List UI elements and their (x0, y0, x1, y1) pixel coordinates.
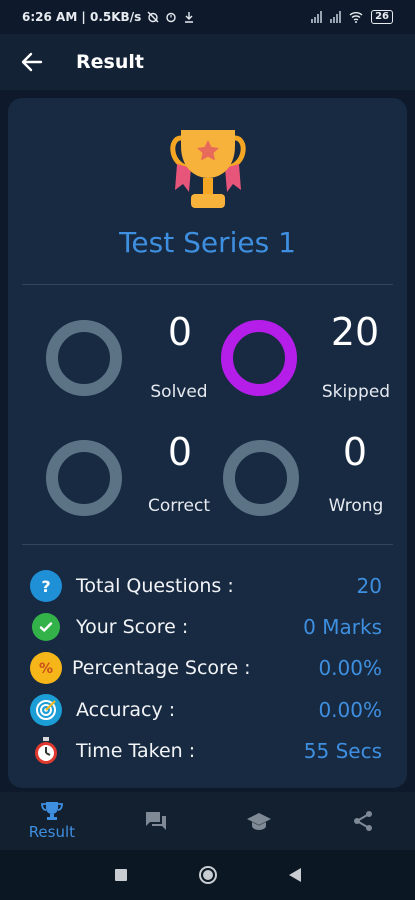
wrong-ring (223, 440, 299, 516)
correct-label: Correct (147, 496, 211, 516)
back-button[interactable] (12, 42, 52, 82)
status-time: 6:26 AM | 0.5KB/s (22, 10, 142, 24)
time-taken-label: Time Taken : (76, 740, 196, 762)
nav-share[interactable] (311, 792, 415, 850)
total-questions-label: Total Questions : (76, 575, 234, 597)
test-series-title: Test Series 1 (119, 226, 296, 259)
nav-result[interactable]: Result (0, 792, 104, 850)
status-left: 6:26 AM | 0.5KB/s (22, 10, 195, 24)
percent-icon: % (30, 652, 62, 684)
solved-ring (46, 320, 122, 396)
home-button[interactable] (198, 865, 218, 885)
target-icon (30, 694, 62, 726)
share-icon (354, 811, 373, 831)
skipped-value: 20 (330, 310, 380, 354)
stopwatch-icon (30, 735, 62, 767)
alarm-icon (166, 12, 176, 23)
recents-button[interactable] (114, 868, 128, 882)
question-icon: ? (30, 570, 62, 602)
stat-solved: 0 Solved (38, 310, 228, 410)
wrong-value: 0 (342, 430, 368, 474)
your-score-label: Your Score : (76, 616, 189, 638)
accuracy-value: 0.00% (318, 698, 382, 722)
divider-top (22, 284, 393, 285)
stat-wrong: 0 Wrong (213, 430, 403, 530)
back-nav-button[interactable] (288, 867, 302, 883)
stat-skipped: 20 Skipped (213, 310, 403, 410)
time-taken-value: 55 Secs (303, 739, 382, 763)
graduation-cap-icon (247, 813, 272, 830)
divider-bottom (22, 544, 393, 545)
page-title: Result (76, 51, 144, 73)
your-score-value: 0 Marks (303, 615, 382, 639)
nav-learn[interactable] (208, 792, 312, 850)
row-time-taken: Time Taken : 55 Secs (30, 733, 382, 769)
row-total-questions: ? Total Questions : 20 (30, 568, 382, 604)
wifi-icon (349, 12, 363, 23)
correct-ring (46, 440, 122, 516)
total-questions-value: 20 (356, 574, 382, 598)
download-icon (185, 12, 194, 23)
row-your-score: Your Score : 0 Marks (30, 609, 382, 645)
arrow-left-icon (21, 52, 43, 72)
svg-text:%: % (39, 661, 53, 677)
signal-icon-2 (330, 11, 342, 23)
skipped-ring (221, 320, 297, 396)
result-card: Test Series 1 0 Solved 20 Skipped 0 Corr… (8, 98, 407, 788)
trophy-icon (170, 130, 246, 208)
system-navigation-bar (0, 850, 415, 900)
status-right: 26 (311, 10, 393, 24)
nav-result-label: Result (28, 823, 76, 841)
svg-text:?: ? (41, 577, 50, 596)
status-bar: 6:26 AM | 0.5KB/s 26 (0, 0, 415, 34)
percentage-score-label: Percentage Score : (72, 657, 251, 679)
percentage-score-value: 0.00% (318, 656, 382, 680)
bottom-navigation: Result (0, 792, 415, 850)
trophy-icon (40, 802, 63, 820)
solved-value: 0 (167, 310, 193, 354)
check-icon (32, 613, 60, 641)
alarm-off-icon (147, 11, 159, 23)
skipped-label: Skipped (321, 382, 391, 402)
app-bar: Result (0, 34, 415, 90)
signal-icon (311, 11, 323, 23)
stat-correct: 0 Correct (38, 430, 228, 530)
accuracy-label: Accuracy : (76, 699, 176, 721)
solved-label: Solved (150, 382, 208, 402)
chat-icon (145, 812, 166, 830)
wrong-label: Wrong (328, 496, 384, 516)
correct-value: 0 (167, 430, 193, 474)
row-percentage-score: % Percentage Score : 0.00% (30, 650, 382, 686)
battery-indicator: 26 (371, 10, 393, 24)
row-accuracy: Accuracy : 0.00% (30, 692, 382, 728)
nav-discussion[interactable] (104, 792, 208, 850)
